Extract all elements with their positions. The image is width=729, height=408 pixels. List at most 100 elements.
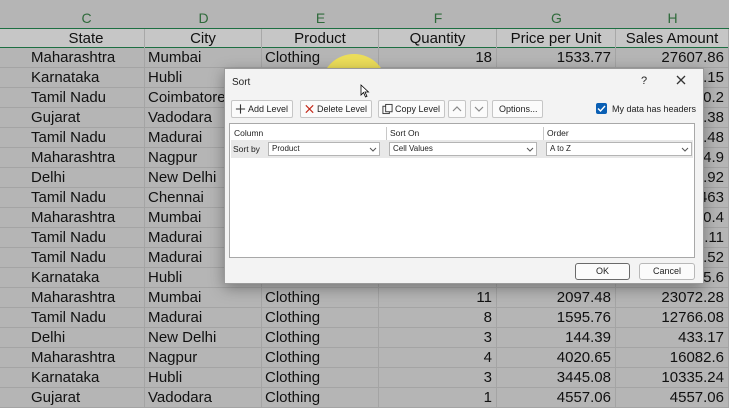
sort-levels-list: Column Sort On Order Sort by Product Cel…	[229, 123, 695, 258]
cell-state[interactable]: Karnataka	[28, 268, 145, 288]
cell-sales-amount[interactable]: 10335.24	[616, 368, 729, 388]
header-price-per-unit[interactable]: Price per Unit	[497, 29, 616, 49]
move-down-button[interactable]	[470, 100, 488, 118]
sort-on-select[interactable]: Cell Values	[389, 142, 537, 156]
cell-price-per-unit[interactable]: 144.39	[497, 328, 616, 348]
chevron-down-icon	[526, 147, 534, 152]
column-letter-h[interactable]: H	[616, 8, 729, 28]
column-letter-e[interactable]: E	[262, 8, 379, 28]
cell-price-per-unit[interactable]: 4020.65	[497, 348, 616, 368]
sort-dialog: Sort ? Add Level Delete Level Copy Level…	[224, 68, 704, 284]
cell-state[interactable]: Gujarat	[28, 108, 145, 128]
cell-state[interactable]: Delhi	[28, 168, 145, 188]
sort-on-heading: Sort On	[390, 128, 420, 138]
cell-sales-amount[interactable]: 23072.28	[616, 288, 729, 308]
cell-price-per-unit[interactable]: 1533.77	[497, 48, 616, 68]
cell-quantity[interactable]: 3	[379, 368, 497, 388]
help-button[interactable]: ?	[639, 75, 649, 87]
cell-state[interactable]: Tamil Nadu	[28, 248, 145, 268]
cell-price-per-unit[interactable]: 1595.76	[497, 308, 616, 328]
cell-sales-amount[interactable]: 16082.6	[616, 348, 729, 368]
move-up-button[interactable]	[448, 100, 466, 118]
copy-icon	[382, 103, 393, 115]
column-heading: Column	[234, 128, 264, 138]
column-letter-f[interactable]: F	[379, 8, 497, 28]
move-down-icon	[474, 106, 484, 112]
cell-city[interactable]: Madurai	[145, 308, 262, 328]
cell-state[interactable]: Maharashtra	[28, 288, 145, 308]
cell-state[interactable]: Gujarat	[28, 388, 145, 408]
cell-city[interactable]: Vadodara	[145, 388, 262, 408]
add-level-label: Add Level	[248, 104, 289, 114]
sort-on-value: Cell Values	[393, 144, 433, 153]
delete-level-button[interactable]: Delete Level	[300, 100, 373, 118]
cell-sales-amount[interactable]: 433.17	[616, 328, 729, 348]
cell-product[interactable]: Clothing	[262, 348, 379, 368]
order-heading: Order	[547, 128, 569, 138]
cell-state[interactable]: Karnataka	[28, 368, 145, 388]
ok-button[interactable]: OK	[575, 263, 630, 280]
order-select[interactable]: A to Z	[546, 142, 692, 156]
sort-by-label: Sort by	[233, 144, 260, 154]
table-row: Karnataka Hubli Clothing 3 3445.08 10335.24	[0, 368, 729, 388]
cell-state[interactable]: Maharashtra	[28, 348, 145, 368]
delete-level-label: Delete Level	[317, 104, 368, 114]
cell-product[interactable]: Clothing	[262, 388, 379, 408]
cell-state[interactable]: Tamil Nadu	[28, 128, 145, 148]
cell-sales-amount[interactable]: 27607.86	[616, 48, 729, 68]
cell-quantity[interactable]: 4	[379, 348, 497, 368]
close-icon[interactable]	[674, 73, 688, 87]
cell-city[interactable]: Hubli	[145, 368, 262, 388]
cell-product[interactable]: Clothing	[262, 368, 379, 388]
options-button[interactable]: Options...	[492, 100, 543, 118]
cell-price-per-unit[interactable]: 2097.48	[497, 288, 616, 308]
header-sales-amount[interactable]: Sales Amount	[616, 29, 729, 49]
dialog-title: Sort	[232, 77, 251, 88]
cancel-button[interactable]: Cancel	[639, 263, 695, 280]
cell-state[interactable]: Karnataka	[28, 68, 145, 88]
cell-state[interactable]: Tamil Nadu	[28, 228, 145, 248]
column-letter-c[interactable]: C	[28, 8, 145, 28]
add-icon	[235, 104, 246, 114]
cell-price-per-unit[interactable]: 4557.06	[497, 388, 616, 408]
column-letter-g[interactable]: G	[497, 8, 616, 28]
copy-level-button[interactable]: Copy Level	[378, 100, 446, 118]
header-state[interactable]: State	[28, 29, 145, 49]
cell-quantity[interactable]: 11	[379, 288, 497, 308]
sort-by-column-select[interactable]: Product	[268, 142, 380, 156]
cell-state[interactable]: Maharashtra	[28, 208, 145, 228]
table-row: Tamil Nadu Madurai Clothing 8 1595.76 12766.0…	[0, 308, 729, 328]
cell-state[interactable]: Maharashtra	[28, 148, 145, 168]
cell-state[interactable]: Delhi	[28, 328, 145, 348]
cell-sales-amount[interactable]: 12766.08	[616, 308, 729, 328]
cell-quantity[interactable]: 18	[379, 48, 497, 68]
cell-state[interactable]: Tamil Nadu	[28, 188, 145, 208]
my-data-has-headers-label: My data has headers	[612, 104, 697, 114]
cell-state[interactable]: Maharashtra	[28, 48, 145, 68]
header-product[interactable]: Product	[262, 29, 379, 49]
add-level-button[interactable]: Add Level	[231, 100, 294, 118]
column-letter-d[interactable]: D	[145, 8, 262, 28]
cell-price-per-unit[interactable]: 3445.08	[497, 368, 616, 388]
my-data-has-headers-checkbox[interactable]	[596, 103, 607, 114]
cell-product[interactable]: Clothing	[262, 328, 379, 348]
cell-state[interactable]: Tamil Nadu	[28, 88, 145, 108]
header-row: State City Product Quantity Price per Un…	[0, 28, 729, 49]
cell-quantity[interactable]: 8	[379, 308, 497, 328]
cell-product[interactable]: Clothing	[262, 308, 379, 328]
cell-city[interactable]: Mumbai	[145, 48, 262, 68]
chevron-down-icon	[369, 147, 377, 152]
cell-city[interactable]: Mumbai	[145, 288, 262, 308]
cell-state[interactable]: Tamil Nadu	[28, 308, 145, 328]
cell-product[interactable]: Clothing	[262, 288, 379, 308]
cell-sales-amount[interactable]: 4557.06	[616, 388, 729, 408]
cell-quantity[interactable]: 1	[379, 388, 497, 408]
cell-city[interactable]: Nagpur	[145, 348, 262, 368]
chevron-down-icon	[681, 147, 689, 152]
cell-quantity[interactable]: 3	[379, 328, 497, 348]
header-quantity[interactable]: Quantity	[379, 29, 497, 49]
header-city[interactable]: City	[145, 29, 262, 49]
cell-city[interactable]: New Delhi	[145, 328, 262, 348]
checkmark-icon	[597, 105, 606, 113]
table-row: Maharashtra Mumbai Clothing 11 2097.48 23072.…	[0, 288, 729, 308]
